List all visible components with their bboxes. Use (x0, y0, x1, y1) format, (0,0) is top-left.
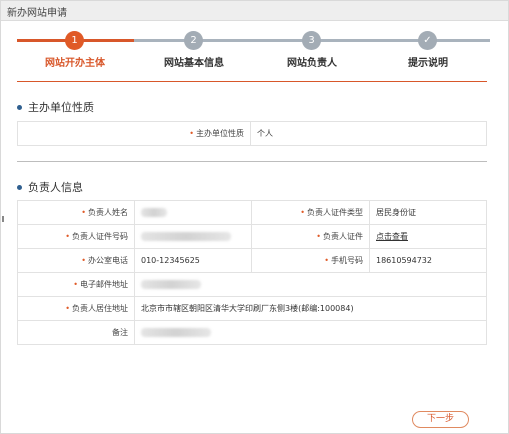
section-bullet-icon (17, 104, 22, 110)
step-2-label: 网站基本信息 (164, 58, 224, 69)
table-row: • 负责人居住地址 北京市市辖区朝阳区清华大学印刷厂东侧3楼(邮编:100084) (17, 296, 487, 321)
table-row: • 电子邮件地址 (17, 272, 487, 297)
id-number-value (134, 224, 252, 249)
id-doc-label: 负责人证件 (323, 232, 363, 241)
view-id-document-link[interactable]: 点击查看 (376, 232, 408, 241)
step-3-circle: 3 (302, 31, 321, 50)
step-1-label: 网站开办主体 (45, 58, 105, 69)
checkmark-icon: ✓ (418, 31, 437, 50)
name-label: 负责人姓名 (88, 208, 128, 217)
org-type-label-cell: • 主办单位性质 (17, 121, 251, 146)
window-title: 新办网站申请 (7, 8, 67, 19)
table-row: 备注 (17, 320, 487, 345)
id-number-label: 负责人证件号码 (72, 232, 128, 241)
table-row: • 主办单位性质 个人 (17, 121, 487, 146)
org-type-value: 个人 (250, 121, 487, 146)
step-4-label: 提示说明 (408, 58, 448, 69)
next-step-button[interactable]: 下一步 (412, 411, 469, 428)
person-table: • 负责人姓名 • 负责人证件类型 居民身份证 • 负责人证件号码 • 负责人证件 点击… (17, 200, 487, 345)
office-phone-value: 010-12345625 (134, 248, 252, 273)
step-underline (17, 81, 487, 82)
redacted-id-number (141, 232, 231, 241)
id-type-label: 负责人证件类型 (307, 208, 363, 217)
email-value (134, 272, 487, 297)
section-title-person: 负责人信息 (17, 179, 83, 195)
note-label: 备注 (17, 320, 135, 345)
name-value (134, 200, 252, 225)
section-title-org: 主办单位性质 (17, 99, 94, 115)
mobile-label: 手机号码 (331, 256, 363, 265)
address-value: 北京市市辖区朝阳区清华大学印刷厂东侧3楼(邮编:100084) (134, 296, 487, 321)
step-1-circle: 1 (65, 31, 84, 50)
section-title-person-text: 负责人信息 (28, 181, 83, 194)
section-title-org-text: 主办单位性质 (28, 101, 94, 114)
section-divider (17, 161, 487, 162)
note-value (134, 320, 487, 345)
id-type-value: 居民身份证 (369, 200, 487, 225)
office-phone-label: 办公室电话 (88, 256, 128, 265)
window-edge-mark (2, 216, 4, 222)
redacted-email (141, 280, 201, 289)
address-label: 负责人居住地址 (72, 304, 128, 313)
email-label: 电子邮件地址 (80, 280, 128, 289)
table-row: • 办公室电话 010-12345625 • 手机号码 18610594732 (17, 248, 487, 273)
org-type-label: 主办单位性质 (196, 129, 244, 138)
table-row: • 负责人证件号码 • 负责人证件 点击查看 (17, 224, 487, 249)
table-row: • 负责人姓名 • 负责人证件类型 居民身份证 (17, 200, 487, 225)
redacted-note (141, 328, 211, 337)
redacted-name (141, 208, 167, 217)
org-table: • 主办单位性质 个人 (17, 121, 487, 146)
step-3-label: 网站负责人 (287, 58, 337, 69)
section-bullet-icon (17, 184, 22, 190)
step-2-circle: 2 (184, 31, 203, 50)
title-bar: 新办网站申请 (1, 1, 508, 21)
mobile-value: 18610594732 (369, 248, 487, 273)
dialog-window: 新办网站申请 1 2 3 ✓ 网站开办主体 网站基本信息 网站负责人 提示说明 … (0, 0, 509, 434)
